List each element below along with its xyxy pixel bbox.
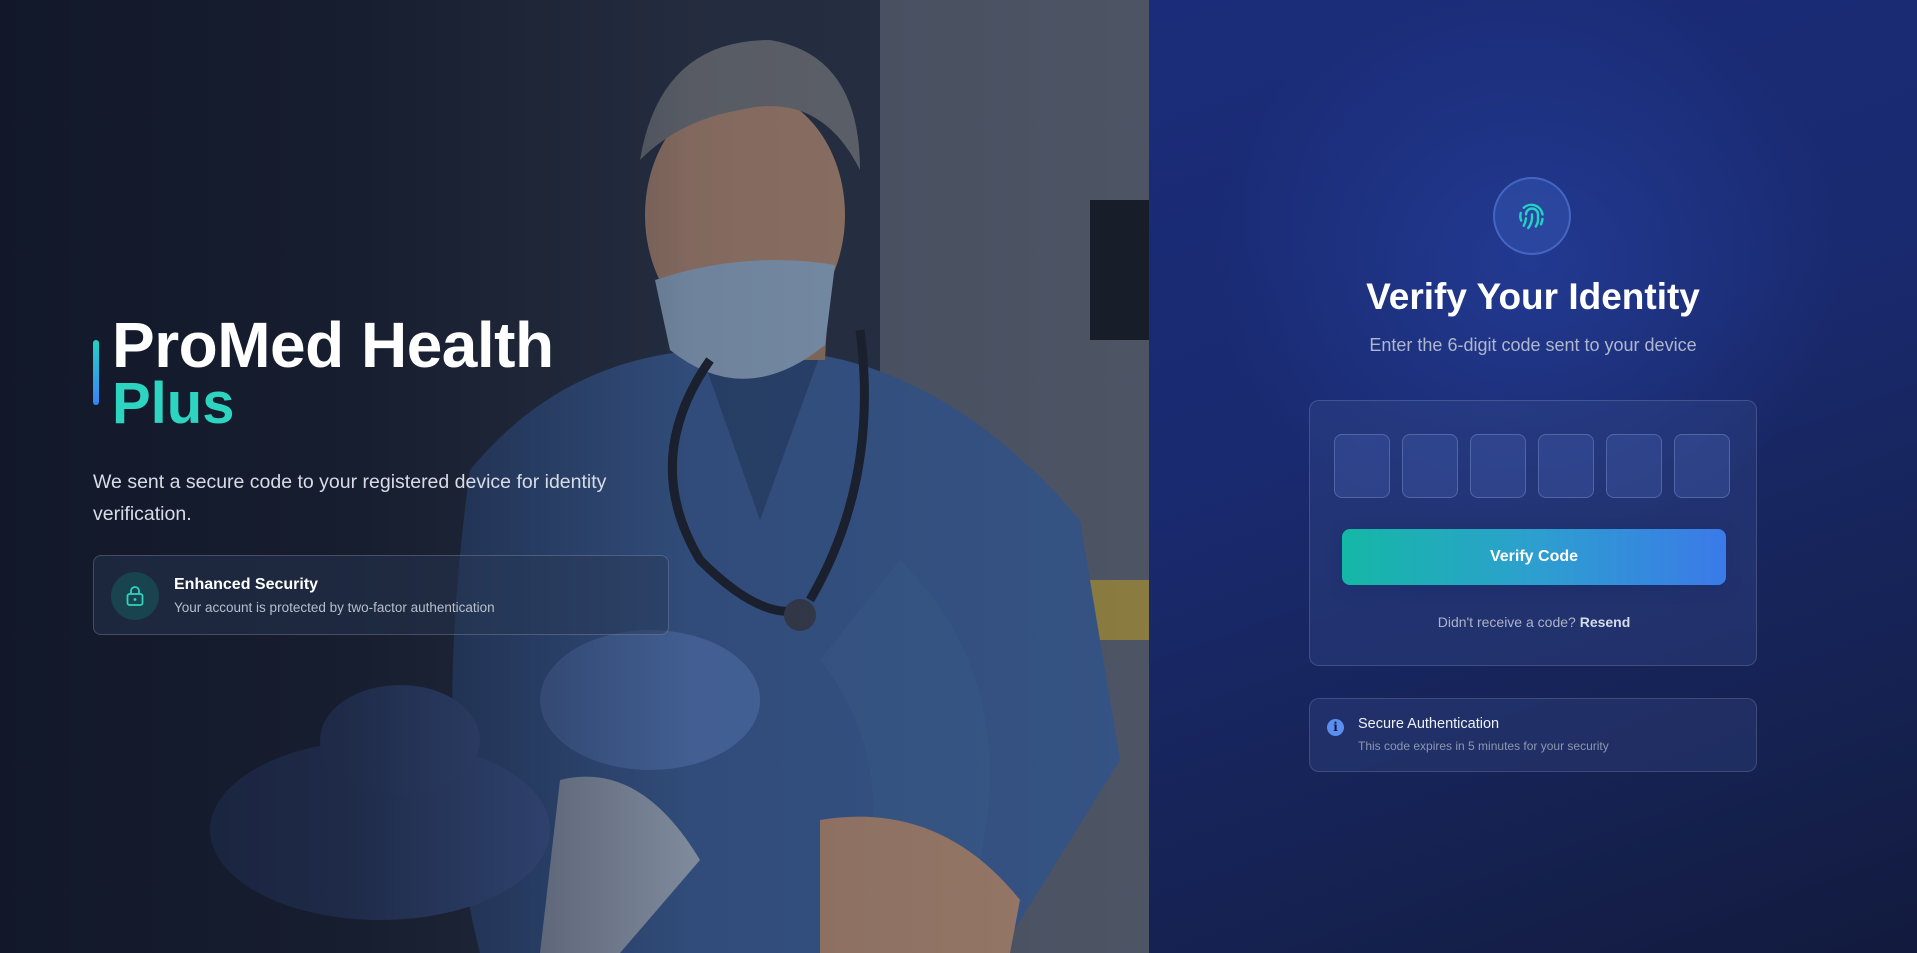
code-digit-input-3[interactable] (1470, 434, 1526, 498)
code-digit-input-6[interactable] (1674, 434, 1730, 498)
info-card: i Secure Authentication This code expire… (1309, 698, 1757, 772)
code-digit-input-2[interactable] (1402, 434, 1458, 498)
code-digit-group (1334, 434, 1730, 498)
info-icon: i (1327, 719, 1344, 736)
verify-subtitle: Enter the 6-digit code sent to your devi… (1369, 335, 1697, 355)
verify-code-button[interactable]: Verify Code (1342, 529, 1726, 585)
security-card-subtitle: Your account is protected by two-factor … (174, 600, 495, 615)
fingerprint-icon (1493, 177, 1571, 255)
resend-row: Didn't receive a code? Resend (1310, 614, 1758, 630)
code-digit-input-4[interactable] (1538, 434, 1594, 498)
verify-title: Verify Your Identity (1366, 276, 1700, 317)
info-title: Secure Authentication (1358, 716, 1500, 732)
code-digit-input-5[interactable] (1606, 434, 1662, 498)
brand-name-plus: Plus (112, 371, 235, 436)
code-entry-card: Verify Code Didn't receive a code? Resen… (1309, 400, 1757, 666)
brand-accent-bar (93, 340, 99, 405)
resend-prompt: Didn't receive a code? (1437, 614, 1580, 630)
info-subtitle: This code expires in 5 minutes for your … (1358, 739, 1609, 753)
verify-panel: Verify Your Identity Enter the 6-digit c… (1149, 0, 1917, 953)
security-card-title: Enhanced Security (174, 576, 319, 593)
hero-description: We sent a secure code to your registered… (93, 471, 607, 525)
lock-icon (111, 572, 159, 620)
resend-link[interactable]: Resend (1580, 614, 1631, 630)
hero-section: ProMed Health Plus We sent a secure code… (0, 0, 1149, 953)
security-card: Enhanced Security Your account is protec… (93, 555, 669, 635)
code-digit-input-1[interactable] (1334, 434, 1390, 498)
